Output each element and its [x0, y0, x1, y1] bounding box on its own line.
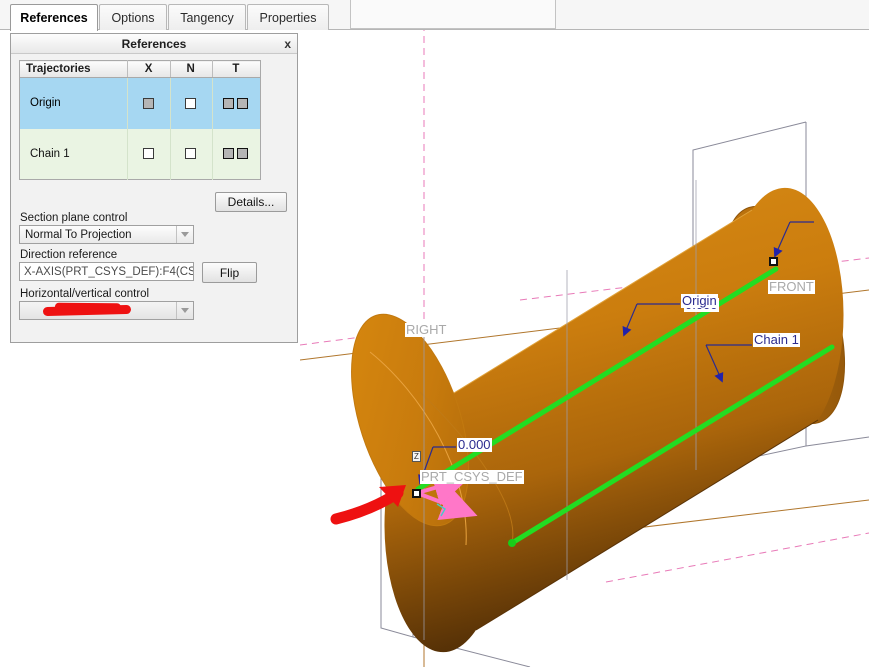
dashboard-empty-panel: [350, 0, 556, 29]
references-dialog-body: Trajectories X N T Origin Chain 1 Detail…: [11, 54, 297, 326]
chain1-t-checkbox-1[interactable]: [223, 148, 235, 160]
label-origin[interactable]: Origin: [681, 294, 718, 308]
tab-references-label: References: [20, 11, 88, 25]
cylinder-model: [351, 187, 846, 653]
origin-n-checkbox-cell[interactable]: [170, 77, 213, 129]
chevron-down-icon[interactable]: [176, 302, 193, 319]
table-header-row: Trajectories X N T: [19, 60, 261, 78]
direction-reference-label: Direction reference: [20, 249, 118, 261]
section-plane-control-value: Normal To Projection: [25, 228, 132, 241]
column-header-trajectories[interactable]: Trajectories: [19, 60, 129, 78]
creo-sweep-references-screen: References Options Tangency Properties R…: [0, 0, 869, 667]
table-row[interactable]: Origin: [19, 77, 261, 129]
model-graphics: [300, 30, 869, 667]
section-plane-control-dropdown[interactable]: Normal To Projection: [19, 225, 194, 244]
tab-tangency[interactable]: Tangency: [168, 4, 246, 30]
csys-origin-marker[interactable]: [412, 489, 421, 498]
tab-references[interactable]: References: [10, 4, 98, 31]
tab-options[interactable]: Options: [99, 4, 167, 30]
section-plane-control-label: Section plane control: [20, 212, 128, 224]
front-plane-vertex-marker[interactable]: [769, 257, 778, 266]
chain-endpoint-vertex: [508, 539, 516, 547]
column-header-n[interactable]: N: [170, 60, 213, 78]
graphics-viewport[interactable]: 0.000 FRONT Origin Chain 1 RIGHT 0.000 P…: [300, 30, 869, 667]
references-dialog-titlebar: References x: [11, 34, 297, 54]
horizontal-vertical-control-label: Horizontal/vertical control: [20, 288, 150, 300]
label-csys[interactable]: PRT_CSYS_DEF: [420, 470, 524, 484]
origin-x-checkbox-cell[interactable]: [127, 77, 171, 129]
row-label-origin[interactable]: Origin: [19, 77, 129, 129]
origin-t-checkbox-2[interactable]: [237, 97, 249, 109]
label-plane-right[interactable]: RIGHT: [405, 323, 448, 337]
label-plane-front[interactable]: FRONT: [768, 280, 815, 294]
trajectories-table[interactable]: Trajectories X N T Origin Chain 1: [19, 60, 261, 180]
column-header-x[interactable]: X: [127, 60, 171, 78]
origin-t-checkbox-1[interactable]: [223, 97, 235, 109]
direction-reference-group: Direction reference X-AXIS(PRT_CSYS_DEF)…: [19, 249, 289, 283]
origin-x-checkbox[interactable]: [143, 97, 155, 109]
flip-button[interactable]: Flip: [202, 262, 257, 283]
references-dialog: References x Trajectories X N T Origin C…: [10, 33, 298, 343]
table-row[interactable]: Chain 1: [19, 128, 261, 180]
tab-tangency-label: Tangency: [180, 10, 234, 25]
row-label-chain1[interactable]: Chain 1: [19, 128, 129, 180]
section-plane-control-group: Section plane control Normal To Projecti…: [19, 212, 289, 244]
origin-n-checkbox[interactable]: [185, 97, 197, 109]
label-z-axis: Z: [412, 451, 421, 462]
column-header-t[interactable]: T: [212, 60, 261, 78]
tab-properties-label: Properties: [259, 10, 317, 25]
references-dialog-title: References: [121, 36, 187, 51]
chain1-n-checkbox-cell[interactable]: [170, 128, 213, 180]
tab-options-label: Options: [111, 10, 155, 25]
close-icon[interactable]: x: [284, 36, 291, 52]
origin-t-checkbox-cell[interactable]: [212, 77, 261, 129]
label-dim-bottom[interactable]: 0.000: [457, 438, 492, 452]
chain1-x-checkbox-cell[interactable]: [127, 128, 171, 180]
direction-reference-row: X-AXIS(PRT_CSYS_DEF):F4(CSYS Flip: [19, 262, 289, 283]
chevron-down-icon[interactable]: [176, 226, 193, 243]
direction-reference-input[interactable]: X-AXIS(PRT_CSYS_DEF):F4(CSYS: [19, 262, 194, 281]
tab-properties[interactable]: Properties: [247, 4, 329, 30]
chain1-x-checkbox[interactable]: [143, 148, 155, 160]
chain1-t-checkbox-2[interactable]: [237, 148, 249, 160]
chain1-t-checkbox-cell[interactable]: [212, 129, 260, 180]
chain1-n-checkbox[interactable]: [185, 148, 197, 160]
details-button[interactable]: Details...: [215, 192, 287, 212]
label-chain1[interactable]: Chain 1: [753, 333, 800, 347]
